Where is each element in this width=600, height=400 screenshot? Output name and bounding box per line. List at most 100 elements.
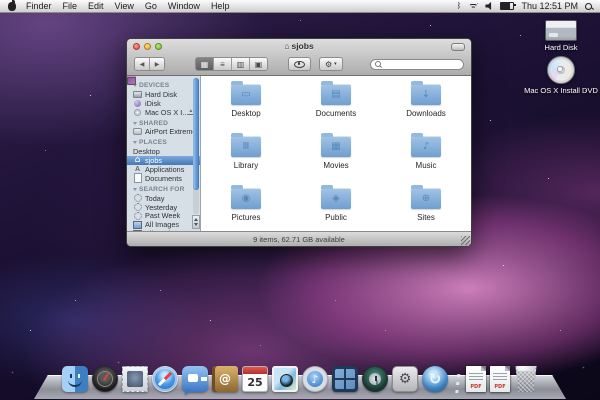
sidebar-item-search-for[interactable]: SEARCH FOR [131, 185, 200, 194]
sidebar-item-sjobs[interactable]: sjobs [127, 156, 200, 165]
title-bar[interactable]: ⌂sjobs [127, 39, 471, 53]
sidebar-item-label: All Images [145, 220, 179, 229]
sidebar-item-past-week[interactable]: Past Week [131, 211, 200, 220]
forward-button[interactable]: ▶ [150, 58, 164, 70]
menu-go[interactable]: Go [145, 1, 157, 11]
folder-movies[interactable]: ▦ Movies [291, 133, 381, 170]
sidebar-scroll-arrows [192, 215, 200, 229]
sidebar-item-icon [133, 108, 142, 117]
desktop-icon-hard-disk[interactable]: Hard Disk [530, 20, 592, 52]
toolbar-toggle-pill[interactable] [451, 43, 465, 51]
folder-icon: ↓ [411, 84, 441, 105]
battery-icon[interactable] [500, 2, 514, 10]
quick-look-button[interactable] [288, 57, 311, 71]
back-button[interactable]: ◀ [135, 58, 150, 70]
folder-library[interactable]: Ⅲ Library [201, 133, 291, 170]
menu-help[interactable]: Help [211, 1, 230, 11]
view-mode-button[interactable]: ▣ [250, 58, 267, 70]
ichat[interactable] [182, 366, 208, 392]
software-update[interactable]: ↻ [422, 366, 448, 392]
sidebar-scrollbar-thumb[interactable] [193, 78, 199, 190]
folder-emblem-icon: ▭ [231, 84, 261, 105]
desktop-icon-install-dvd[interactable]: Mac OS X Install DVD [522, 56, 600, 95]
spotlight-icon[interactable] [585, 3, 592, 10]
menu-window[interactable]: Window [168, 1, 200, 11]
mail[interactable] [122, 366, 148, 392]
menu-finder[interactable]: Finder [26, 1, 52, 11]
wifi-icon[interactable] [468, 3, 478, 10]
folder-public[interactable]: ◈ Public [291, 185, 381, 222]
sidebar-item-yesterday[interactable]: Yesterday [131, 203, 200, 212]
sidebar-item-all-images[interactable]: All Images [131, 220, 200, 229]
spaces[interactable] [332, 366, 358, 392]
dashboard[interactable] [92, 366, 118, 392]
view-mode-button[interactable]: ▦ [196, 58, 214, 70]
view-mode-button[interactable]: ▥ [232, 58, 250, 70]
menu-bar-clock[interactable]: Thu 12:51 PM [521, 1, 578, 11]
sidebar-item-idisk[interactable]: iDisk [131, 99, 200, 108]
time-machine[interactable] [362, 366, 388, 392]
downloads-stack[interactable]: PDF [490, 366, 510, 392]
folder-icon: ◈ [321, 188, 351, 209]
dock-item-glyph: ♪ [303, 367, 327, 391]
sidebar: DEVICES Hard Disk iDisk Mac O [127, 76, 201, 231]
window-header: ⌂sjobs ◀ ▶ ▦≡▥▣ ⚙ ▾ [127, 39, 471, 76]
sidebar-item-label: Yesterday [145, 203, 177, 212]
sidebar-item-label: SEARCH FOR [139, 186, 185, 193]
search-icon [375, 61, 381, 67]
trash[interactable] [514, 366, 538, 392]
sidebar-item-label: Today [145, 194, 164, 203]
folder-label: Music [416, 161, 437, 170]
bluetooth-icon[interactable]: ᛒ [457, 2, 462, 10]
dock-item-glyph: ⚙ [393, 367, 417, 391]
itunes[interactable]: ♪ [302, 366, 328, 392]
desktop-icon-label: Mac OS X Install DVD [524, 86, 598, 95]
scroll-up-arrow-icon[interactable] [194, 218, 198, 221]
search-input[interactable] [384, 60, 459, 68]
menu-bar-status-area: ᛒ Thu 12:51 PM [457, 1, 592, 11]
folder-pictures[interactable]: ◉ Pictures [201, 185, 291, 222]
separator[interactable] [452, 366, 462, 392]
sidebar-item-documents[interactable]: Documents [131, 174, 200, 183]
sidebar-item-places[interactable]: PLACES [131, 138, 200, 147]
folder-music[interactable]: ♪ Music [381, 133, 471, 170]
action-menu-button[interactable]: ⚙ ▾ [319, 57, 343, 71]
folder-downloads[interactable]: ↓ Downloads [381, 81, 471, 118]
scroll-down-arrow-icon[interactable] [194, 223, 198, 226]
volume-icon[interactable] [485, 2, 493, 10]
dock-item-glyph: ↻ [422, 366, 448, 392]
sidebar-item-label: SHARED [139, 120, 168, 127]
sidebar-item-shared[interactable]: SHARED [131, 119, 200, 128]
folder-label: Pictures [232, 213, 261, 222]
folder-desktop[interactable]: ▭ Desktop [201, 81, 291, 118]
sidebar-item-devices[interactable]: DEVICES [131, 81, 200, 90]
sidebar-item-label: DEVICES [139, 82, 169, 89]
dock-item-glyph: 25 [243, 367, 267, 391]
documents-stack[interactable]: PDF [466, 366, 486, 392]
system-preferences[interactable]: ⚙ [392, 366, 418, 392]
folder-label: Downloads [406, 109, 446, 118]
finder[interactable] [62, 366, 88, 392]
sidebar-item-label: Documents [145, 174, 182, 183]
menu-view[interactable]: View [115, 1, 134, 11]
sidebar-item-airport-extreme[interactable]: AirPort Extreme [131, 127, 200, 136]
menu-file[interactable]: File [63, 1, 78, 11]
search-field[interactable] [370, 59, 464, 70]
resize-grip[interactable] [461, 236, 470, 245]
iphoto[interactable] [272, 366, 298, 392]
menu-edit[interactable]: Edit [88, 1, 104, 11]
sidebar-item-desktop[interactable]: Desktop [131, 147, 200, 156]
finder-window: ⌂sjobs ◀ ▶ ▦≡▥▣ ⚙ ▾ [126, 38, 472, 247]
sidebar-item-icon [133, 220, 142, 229]
sidebar-item-mac-os-x-i[interactable]: Mac OS X I... ▲ [131, 108, 200, 117]
sidebar-item-today[interactable]: Today [131, 194, 200, 203]
safari[interactable] [152, 366, 178, 392]
apple-menu-icon[interactable] [8, 2, 16, 11]
view-mode-button[interactable]: ≡ [214, 58, 232, 70]
address-book[interactable]: @ [212, 366, 238, 392]
sidebar-item-hard-disk[interactable]: Hard Disk [131, 90, 200, 99]
sidebar-scrollbar-track[interactable] [193, 78, 199, 214]
ical[interactable]: 25 [242, 366, 268, 392]
folder-sites[interactable]: ⊕ Sites [381, 185, 471, 222]
folder-documents[interactable]: ▤ Documents [291, 81, 381, 118]
